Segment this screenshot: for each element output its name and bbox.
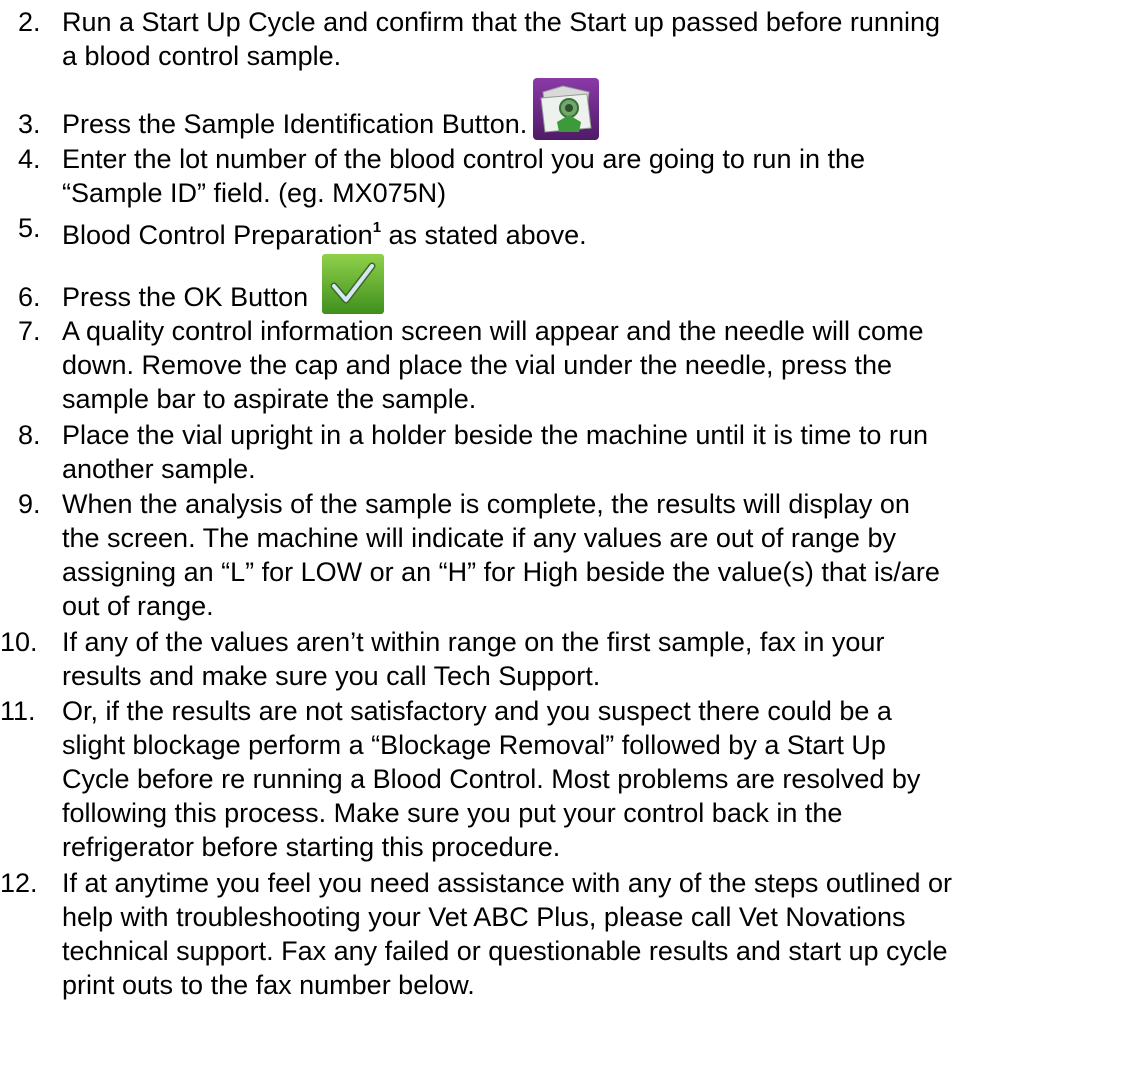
step-line: technical support. Fax any failed or que… <box>62 936 948 966</box>
step-number: 9. <box>18 489 41 519</box>
step-number: 10. <box>0 627 38 657</box>
step-number: 4. <box>18 144 41 174</box>
step-line: results and make sure you call Tech Supp… <box>62 661 601 691</box>
step-text: as stated above. <box>381 220 587 250</box>
step-line: If any of the values aren’t within range… <box>62 627 885 657</box>
step-number: 2. <box>18 7 41 37</box>
step-line: If at anytime you feel you need assistan… <box>62 868 953 898</box>
footnote-marker: 1 <box>372 219 382 236</box>
step-line: Run a Start Up Cycle and confirm that th… <box>62 7 940 37</box>
step-number: 12. <box>0 868 38 898</box>
step-line: Enter the lot number of the blood contro… <box>62 144 866 174</box>
step-line: assigning an “L” for LOW or an “H” for H… <box>62 557 940 587</box>
step-number: 7. <box>18 316 41 346</box>
step-line: Press the Sample Identification Button. <box>62 109 528 139</box>
step-line: slight blockage perform a “Blockage Remo… <box>62 730 886 760</box>
step-line: A quality control information screen wil… <box>62 316 924 346</box>
ok-checkmark-icon <box>322 254 384 314</box>
step-line: When the analysis of the sample is compl… <box>62 489 910 519</box>
step-line: “Sample ID” field. (eg. MX075N) <box>62 178 447 208</box>
step-line: Or, if the results are not satisfactory … <box>62 696 892 726</box>
step-line: help with troubleshooting your Vet ABC P… <box>62 902 906 932</box>
step-line: a blood control sample. <box>62 41 342 71</box>
step-line: following this process. Make sure you pu… <box>62 798 843 828</box>
step-number: 11. <box>0 696 36 726</box>
step-text: Blood Control Preparation <box>62 220 373 250</box>
step-line: down. Remove the cap and place the vial … <box>62 350 893 380</box>
step-line: the screen. The machine will indicate if… <box>62 523 896 553</box>
step-line: sample bar to aspirate the sample. <box>62 384 477 414</box>
step-number: 5. <box>18 213 41 243</box>
step-line: print outs to the fax number below. <box>62 970 475 1000</box>
step-line: refrigerator before starting this proced… <box>62 832 561 862</box>
step-line: out of range. <box>62 591 214 621</box>
step-line: Cycle before re running a Blood Control.… <box>62 764 921 794</box>
step-number: 8. <box>18 420 41 450</box>
step-line: another sample. <box>62 454 256 484</box>
step-line: Place the vial upright in a holder besid… <box>62 420 928 450</box>
step-line: Press the OK Button <box>62 282 309 312</box>
sample-identification-icon <box>533 78 599 140</box>
step-number: 6. <box>18 282 41 312</box>
step-number: 3. <box>18 109 41 139</box>
